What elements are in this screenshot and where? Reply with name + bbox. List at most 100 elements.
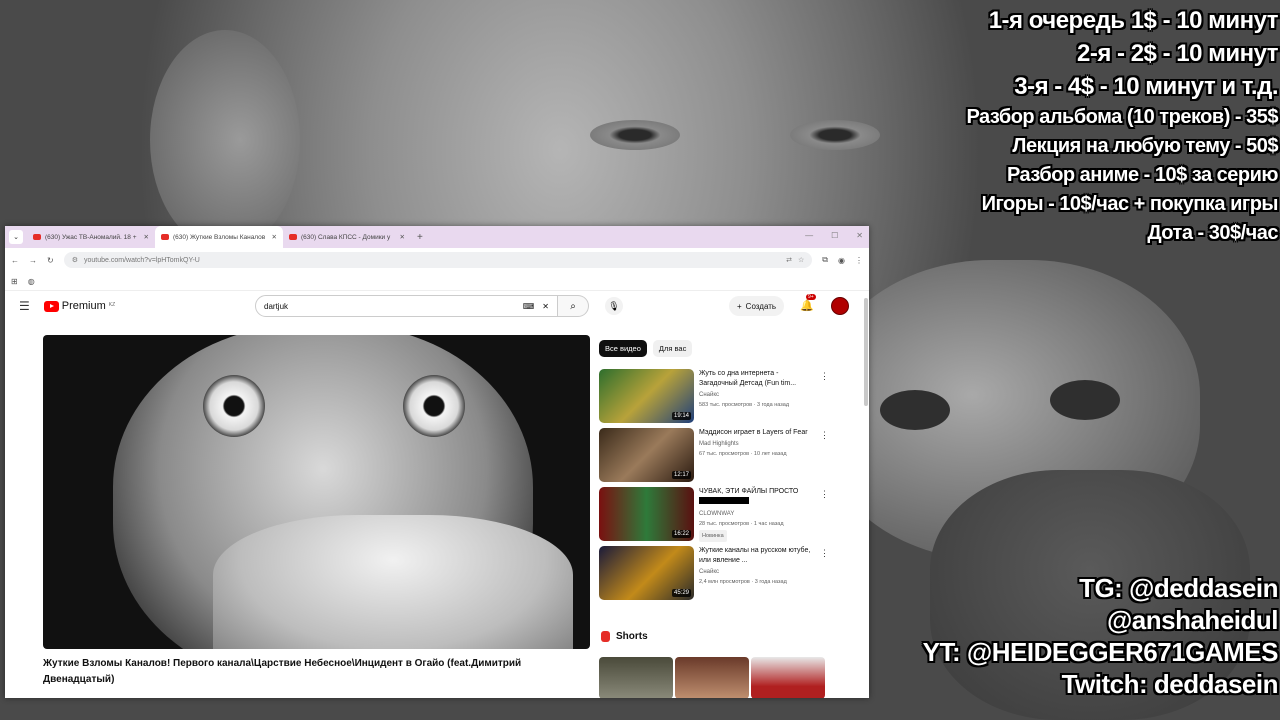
minimize-icon[interactable]: — — [805, 231, 813, 240]
notifications-button[interactable]: 🔔 9+ — [800, 294, 816, 312]
close-icon[interactable]: ✕ — [272, 233, 277, 241]
shorts-label: Shorts — [616, 631, 648, 642]
plus-icon: + — [737, 301, 742, 311]
avatar[interactable] — [831, 297, 849, 315]
create-label: Создать — [745, 301, 777, 311]
bell-icon: 🔔 — [800, 300, 814, 312]
search-input[interactable]: dartjuk ⌨ ✕ — [255, 295, 558, 317]
clear-search-icon[interactable]: ✕ — [542, 302, 549, 311]
video-thumbnail[interactable]: 16:22 — [599, 487, 694, 541]
region-code: KZ — [108, 302, 116, 308]
reload-icon[interactable]: ↻ — [47, 256, 54, 265]
youtube-favicon-icon — [33, 234, 41, 240]
video-player[interactable] — [43, 335, 590, 649]
more-options-icon[interactable]: ⋮ — [820, 489, 829, 500]
price-line: 2-я - 2$ - 10 минут — [1077, 40, 1278, 67]
search-icon: ⌕ — [570, 300, 576, 312]
short-thumbnail[interactable] — [751, 657, 825, 698]
price-line: Разбор альбома (10 треков) - 35$ — [966, 106, 1278, 128]
rec-stats: 28 тыс. просмотров · 1 час назад — [699, 521, 784, 527]
url-field[interactable]: ⚙ youtube.com/watch?v=lpHTomkQY-U ⇄ ☆ — [63, 252, 813, 268]
social-links: TG: @deddasein @anshaheidul YT: @HEIDEGG… — [922, 572, 1279, 700]
back-icon[interactable]: ← — [11, 256, 19, 265]
scrollbar[interactable] — [864, 298, 868, 406]
maximize-icon[interactable]: ☐ — [831, 231, 838, 240]
rec-stats: 67 тыс. просмотров · 10 лет назад — [699, 451, 787, 457]
video-frame-eye — [203, 375, 265, 437]
new-badge: Новинка — [699, 530, 727, 542]
tab-3[interactable]: (630) Слава КПСС - Домики у ✕ — [283, 226, 411, 248]
tab-search-button[interactable]: ⌄ — [9, 230, 23, 244]
bookmark-star-icon[interactable]: ☆ — [798, 256, 804, 264]
youtube-favicon-icon — [289, 234, 297, 240]
rec-channel[interactable]: Mad Highlights — [699, 439, 819, 449]
rec-title[interactable]: Жуткие каналы на русском ютубе, или явле… — [699, 546, 819, 566]
more-options-icon[interactable]: ⋮ — [820, 430, 829, 441]
youtube-favicon-icon — [161, 234, 169, 240]
social-line: Twitch: deddasein — [1061, 669, 1279, 699]
window-controls: — ☐ ✕ — [805, 231, 863, 240]
translate-icon[interactable]: ⇄ — [786, 256, 792, 264]
price-line: Разбор аниме - 10$ за серию — [1006, 164, 1279, 186]
recommendation-info: Мэддисон играет в Layers of Fear Mad Hig… — [699, 428, 819, 487]
profile-icon[interactable]: ◉ — [838, 256, 845, 265]
recommendation-item[interactable]: 19:14 Жуть со дна интернета - Загадочный… — [599, 369, 835, 428]
recommendation-item[interactable]: 12:17 Мэддисон играет в Layers of Fear M… — [599, 428, 835, 487]
bookmarks-bar: ⊞ ◍ — [5, 272, 869, 291]
browser-menu-icon[interactable]: ⋮ — [855, 256, 863, 265]
video-thumbnail[interactable]: 45:29 — [599, 546, 694, 600]
video-frame-eye — [403, 375, 465, 437]
recommendations-list: 19:14 Жуть со дна интернета - Загадочный… — [599, 369, 835, 605]
keyboard-icon[interactable]: ⌨ — [523, 302, 535, 311]
social-line: YT: @HEIDEGGER671GAMES — [922, 637, 1279, 667]
video-thumbnail[interactable]: 19:14 — [599, 369, 694, 423]
video-thumbnail[interactable]: 12:17 — [599, 428, 694, 482]
price-line: Игоры - 10$/час + покупка игры — [981, 193, 1279, 215]
search-box: dartjuk ⌨ ✕ ⌕ — [255, 295, 589, 317]
rec-channel[interactable]: Снайкс — [699, 567, 819, 577]
price-line: 3-я - 4$ - 10 минут и т.д. — [1014, 73, 1278, 100]
rec-title[interactable]: Жуть со дна интернета - Загадочный Детса… — [699, 369, 819, 389]
background-nostril — [880, 390, 950, 430]
create-button[interactable]: + Создать — [729, 296, 785, 316]
address-bar: ← → ↻ ⚙ youtube.com/watch?v=lpHTomkQY-U … — [5, 248, 869, 272]
notification-badge: 9+ — [806, 294, 816, 300]
search-value: dartjuk — [264, 301, 289, 311]
voice-search-button[interactable]: 🎙 — [605, 297, 623, 315]
youtube-logo[interactable]: Premium KZ — [43, 300, 116, 312]
rec-title[interactable]: Мэддисон играет в Layers of Fear — [699, 428, 819, 438]
close-window-icon[interactable]: ✕ — [856, 231, 863, 240]
close-icon[interactable]: ✕ — [144, 233, 149, 241]
more-options-icon[interactable]: ⋮ — [820, 548, 829, 559]
rec-title[interactable]: ЧУВАК, ЭТИ ФАЙЛЫ ПРОСТО — [699, 487, 819, 497]
shorts-heading: Shorts — [601, 631, 648, 642]
apps-grid-icon[interactable]: ⊞ — [11, 277, 18, 286]
new-tab-button[interactable]: + — [417, 232, 423, 243]
tab-2-active[interactable]: (630) Жуткие Взломы Каналов ✕ — [155, 226, 283, 248]
chip-for-you[interactable]: Для вас — [652, 340, 693, 357]
social-line: TG: @deddasein — [1079, 573, 1278, 603]
search-button[interactable]: ⌕ — [558, 295, 589, 317]
rec-channel[interactable]: Снайкс — [699, 390, 819, 400]
rec-channel[interactable]: CLOWNWAY — [699, 509, 819, 519]
rec-stats: 583 тыс. просмотров · 3 года назад — [699, 402, 790, 408]
more-options-icon[interactable]: ⋮ — [820, 371, 829, 382]
duration-badge: 19:14 — [671, 412, 691, 420]
browser-window: ⌄ (630) Ужас ТВ-Аномалий. 18 + ✕ (630) Ж… — [5, 226, 869, 698]
tab-bar: ⌄ (630) Ужас ТВ-Аномалий. 18 + ✕ (630) Ж… — [5, 226, 869, 248]
globe-icon[interactable]: ◍ — [28, 277, 35, 286]
forward-icon[interactable]: → — [29, 256, 37, 265]
short-thumbnail[interactable] — [599, 657, 673, 698]
recommendation-item[interactable]: 45:29 Жуткие каналы на русском ютубе, ил… — [599, 546, 835, 605]
menu-icon[interactable]: ☰ — [19, 299, 30, 313]
recommendation-item[interactable]: 16:22 ЧУВАК, ЭТИ ФАЙЛЫ ПРОСТО CLOWNWAY 2… — [599, 487, 835, 546]
close-icon[interactable]: ✕ — [400, 233, 405, 241]
short-thumbnail[interactable] — [675, 657, 749, 698]
background-nostril — [1050, 380, 1120, 420]
extensions-icon[interactable]: ⧉ — [822, 255, 828, 265]
video-title: Жуткие Взломы Каналов! Первого канала\Ца… — [43, 658, 522, 685]
duration-badge: 45:29 — [671, 589, 691, 597]
site-info-icon[interactable]: ⚙ — [72, 256, 78, 264]
chip-all-videos[interactable]: Все видео — [599, 340, 647, 357]
tab-1[interactable]: (630) Ужас ТВ-Аномалий. 18 + ✕ — [27, 226, 155, 248]
